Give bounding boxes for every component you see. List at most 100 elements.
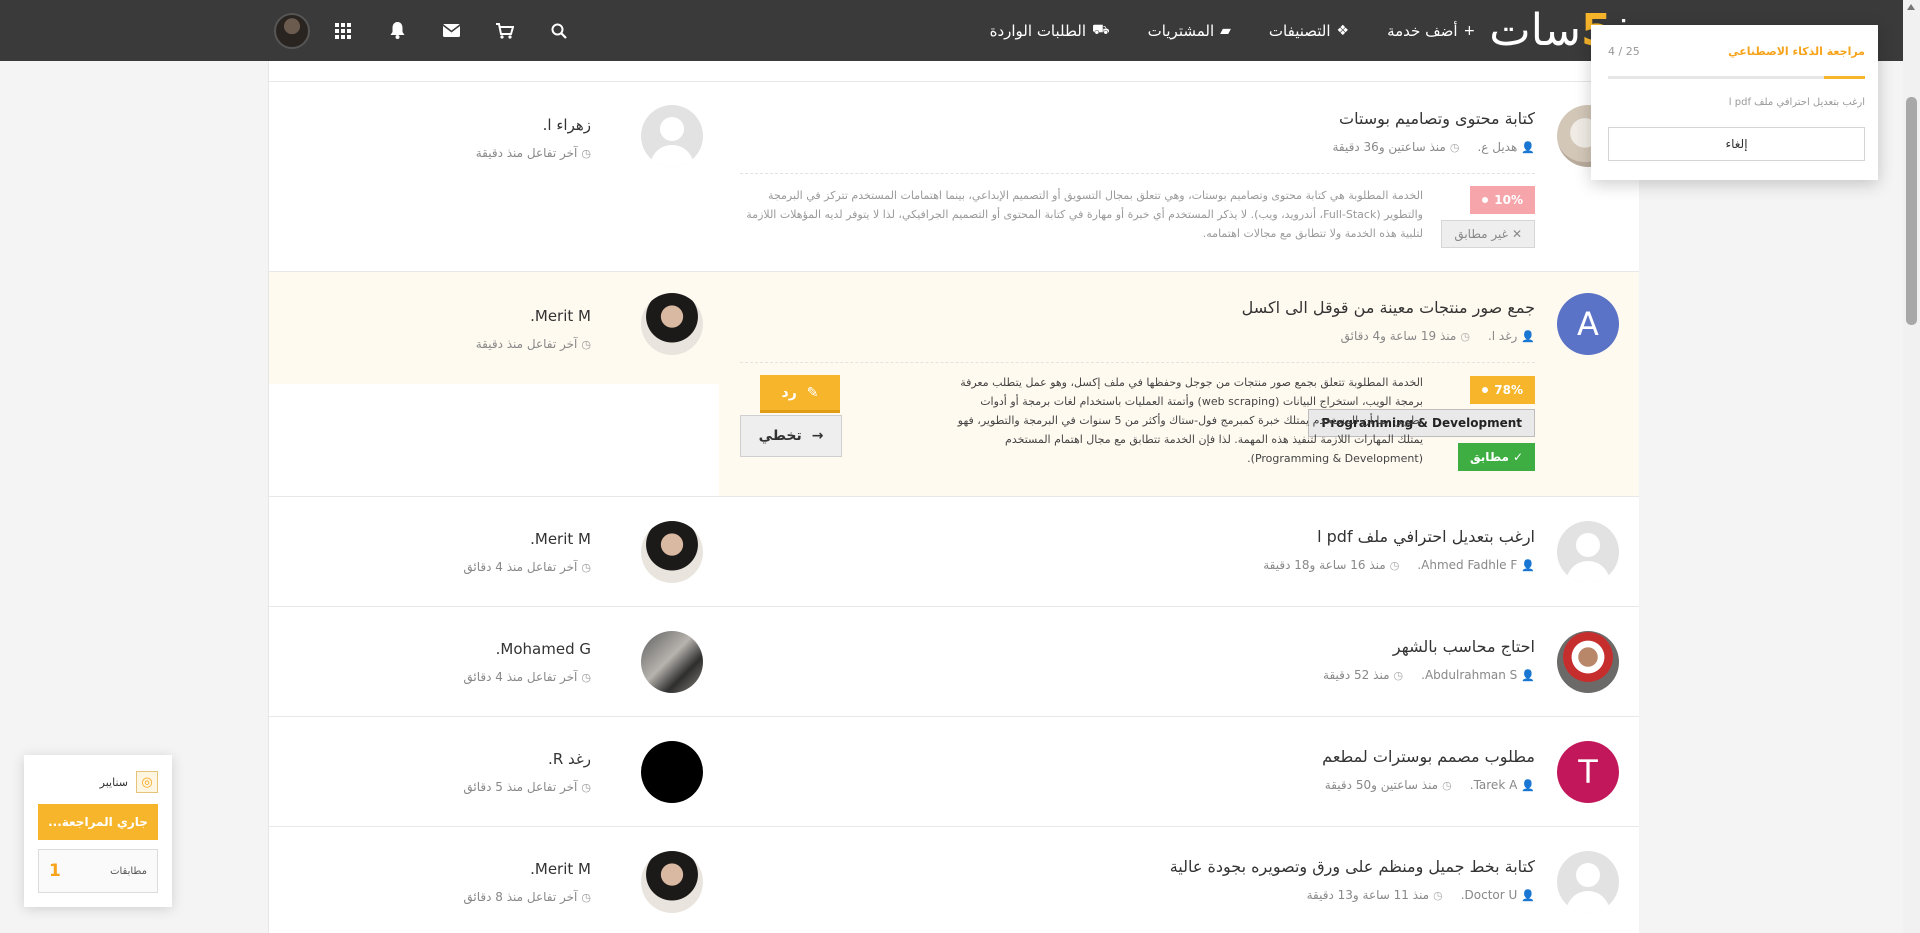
check-icon: ✓ bbox=[1512, 450, 1523, 464]
client-avatar bbox=[641, 851, 703, 913]
nav-categories-label: التصنيفات bbox=[1268, 21, 1331, 40]
matches-counter: 1 مطابقات bbox=[38, 849, 158, 893]
client-last-activity-text: آخر تفاعل منذ 4 دقائق bbox=[463, 560, 578, 574]
clock-icon: ◷ bbox=[581, 781, 591, 794]
request-time: ◷منذ ساعتين و50 دقيقة bbox=[1325, 778, 1452, 792]
request-row[interactable]: A جمع صور منتجات معينة من قوقل الى اكسل … bbox=[269, 272, 1639, 497]
ai-match-percent-text: 10% bbox=[1494, 193, 1523, 207]
client-name[interactable]: Merit M. bbox=[530, 307, 591, 325]
request-meta: 👤رغد ا. ◷منذ 19 ساعة و4 دقائق bbox=[1341, 329, 1535, 343]
request-author: 👤Tarek A. bbox=[1470, 778, 1535, 792]
request-time-text: منذ ساعتين و36 دقيقة bbox=[1332, 140, 1446, 154]
ai-description-line: الخدمة المطلوبة تتعلق بجمع صور منتجات من… bbox=[960, 376, 1423, 389]
client-name[interactable]: رغد R. bbox=[548, 750, 591, 768]
ai-description-line: الخدمة المطلوبة هي كتابة محتوى وتصاميم ب… bbox=[768, 189, 1423, 202]
client-last-activity: ◷آخر تفاعل منذ 4 دقائق bbox=[463, 560, 591, 574]
request-avatar: T bbox=[1557, 741, 1619, 803]
request-time-text: منذ 52 دقيقة bbox=[1323, 668, 1390, 682]
request-meta: 👤Ahmed Fadhle F. ◷منذ 16 ساعة و18 دقيقة bbox=[1263, 558, 1535, 572]
envelope-icon[interactable] bbox=[424, 0, 478, 61]
arrow-right-icon: → bbox=[811, 428, 824, 444]
user-icon: 👤 bbox=[1521, 779, 1535, 792]
clock-icon: ◷ bbox=[1460, 330, 1470, 343]
client-last-activity: ◷آخر تفاعل منذ 5 دقائق bbox=[463, 780, 591, 794]
request-time: ◷منذ 52 دقيقة bbox=[1323, 668, 1403, 682]
client-avatar bbox=[641, 521, 703, 583]
client-avatar bbox=[641, 741, 703, 803]
request-row[interactable]: T مطلوب مصمم بوسترات لمطعم 👤Tarek A. ◷من… bbox=[269, 717, 1639, 827]
request-title[interactable]: ارغب بتعديل احترافي ملف pdf ا bbox=[1317, 527, 1535, 546]
client-avatar bbox=[641, 105, 703, 167]
scrollbar-thumb[interactable] bbox=[1906, 97, 1917, 325]
client-last-activity: ◷آخر تفاعل منذ دقيقة bbox=[476, 146, 591, 160]
client-name[interactable]: زهراء ا. bbox=[543, 116, 591, 134]
popover-title: مراجعة الذكاء الاصطناعي bbox=[1728, 45, 1865, 58]
x-icon: ✕ bbox=[1511, 227, 1522, 241]
scroll-up-arrow-icon[interactable] bbox=[1907, 4, 1915, 10]
matches-label: مطابقات bbox=[110, 865, 147, 877]
sniper-widget: ◎ سنايبر جاري المراجعة... 1 مطابقات bbox=[24, 755, 172, 907]
request-title[interactable]: جمع صور منتجات معينة من قوقل الى اكسل bbox=[1242, 298, 1535, 317]
search-icon[interactable] bbox=[532, 0, 586, 61]
user-icon: 👤 bbox=[1521, 330, 1535, 343]
request-row[interactable]: ارغب بتعديل احترافي ملف pdf ا 👤Ahmed Fad… bbox=[269, 497, 1639, 607]
client-last-activity-text: آخر تفاعل منذ 4 دقائق bbox=[463, 670, 578, 684]
widget-title: سنايبر bbox=[99, 775, 128, 789]
request-meta: 👤Abdulrahman S. ◷منذ 52 دقيقة bbox=[1323, 668, 1535, 682]
ai-review-block: 78% Programming & Development ✓ مطابق الخ… bbox=[740, 362, 1535, 482]
ai-description-line: برمجة الويب، استخراج البيانات (web scrap… bbox=[980, 395, 1423, 408]
nav-incoming-orders-label: الطلبات الواردة bbox=[989, 21, 1087, 40]
request-author: 👤Doctor U. bbox=[1461, 888, 1535, 902]
nav-add-service[interactable]: + أضف خدمة bbox=[1387, 22, 1475, 40]
client-name[interactable]: Merit M. bbox=[530, 530, 591, 548]
cart-icon[interactable] bbox=[478, 0, 532, 61]
request-author-name: Doctor U. bbox=[1460, 888, 1518, 902]
target-icon: ◎ bbox=[136, 771, 158, 793]
client-name[interactable]: Mohamed G. bbox=[496, 640, 591, 658]
ai-match-percent-text: 78% bbox=[1494, 383, 1523, 397]
nav-purchases[interactable]: ▰ المشتريات bbox=[1148, 22, 1231, 40]
clock-icon: ◷ bbox=[1442, 779, 1452, 792]
request-author-name: هديل ع. bbox=[1477, 140, 1518, 154]
client-last-activity: ◷آخر تفاعل منذ 8 دقائق bbox=[463, 890, 591, 904]
page-scrollbar[interactable] bbox=[1903, 0, 1920, 933]
client-name[interactable]: Merit M. bbox=[530, 860, 591, 878]
user-avatar[interactable] bbox=[274, 12, 310, 49]
client-last-activity-text: آخر تفاعل منذ دقيقة bbox=[475, 337, 578, 351]
request-author-name: Abdulrahman S. bbox=[1421, 668, 1518, 682]
request-author: 👤Ahmed Fadhle F. bbox=[1417, 558, 1535, 572]
request-row[interactable]: كتابة بخط جميل ومنظم على ورق وتصويره بجو… bbox=[269, 827, 1639, 933]
nav-purchases-label: المشتريات bbox=[1147, 21, 1215, 40]
request-author-name: Tarek A. bbox=[1469, 778, 1518, 792]
clock-icon: ◷ bbox=[581, 891, 591, 904]
reviewing-status-button[interactable]: جاري المراجعة... bbox=[38, 804, 158, 840]
request-time-text: منذ 19 ساعة و4 دقائق bbox=[1340, 329, 1457, 343]
request-title[interactable]: كتابة بخط جميل ومنظم على ورق وتصويره بجو… bbox=[1170, 857, 1535, 876]
skip-button[interactable]: → تخطي bbox=[740, 415, 842, 457]
request-meta: 👤هديل ع. ◷منذ ساعتين و36 دقيقة bbox=[1333, 140, 1536, 154]
request-title[interactable]: مطلوب مصمم بوسترات لمطعم bbox=[1322, 747, 1535, 766]
request-row[interactable]: احتاج محاسب بالشهر 👤Abdulrahman S. ◷منذ … bbox=[269, 607, 1639, 717]
popover-progress-fill bbox=[1823, 76, 1865, 79]
reply-button[interactable]: ✎ رد bbox=[760, 375, 840, 413]
ai-status-nomatch: ✕ غير مطابق bbox=[1441, 220, 1535, 248]
bell-icon[interactable] bbox=[370, 0, 424, 61]
nav-categories[interactable]: ❖ التصنيفات bbox=[1269, 22, 1349, 40]
clock-icon: ◷ bbox=[581, 671, 591, 684]
cancel-button[interactable]: إلغاء bbox=[1608, 127, 1865, 161]
apps-grid-icon[interactable] bbox=[316, 0, 370, 61]
request-author-name: رغد ا. bbox=[1487, 329, 1518, 343]
request-time: ◷منذ ساعتين و36 دقيقة bbox=[1333, 140, 1460, 154]
nav-add-service-label: أضف خدمة bbox=[1387, 21, 1458, 40]
client-last-activity-text: آخر تفاعل منذ دقيقة bbox=[475, 146, 578, 160]
nav-incoming-orders[interactable]: ⛟ الطلبات الواردة bbox=[990, 22, 1110, 40]
dot-icon bbox=[1482, 197, 1489, 203]
clock-icon: ◷ bbox=[1389, 559, 1400, 572]
pencil-icon: ✎ bbox=[806, 384, 819, 401]
request-row[interactable]: كتابة محتوى وتصاميم بوستات 👤هديل ع. ◷منذ… bbox=[269, 82, 1639, 272]
clock-icon: ◷ bbox=[1449, 141, 1460, 154]
request-title[interactable]: كتابة محتوى وتصاميم بوستات bbox=[1339, 109, 1535, 128]
request-title[interactable]: احتاج محاسب بالشهر bbox=[1393, 637, 1535, 656]
request-author: 👤Abdulrahman S. bbox=[1421, 668, 1535, 682]
ai-description-line: يمتلك المهارات اللازمة لتنفيذ هذه المهمة… bbox=[1005, 433, 1423, 446]
